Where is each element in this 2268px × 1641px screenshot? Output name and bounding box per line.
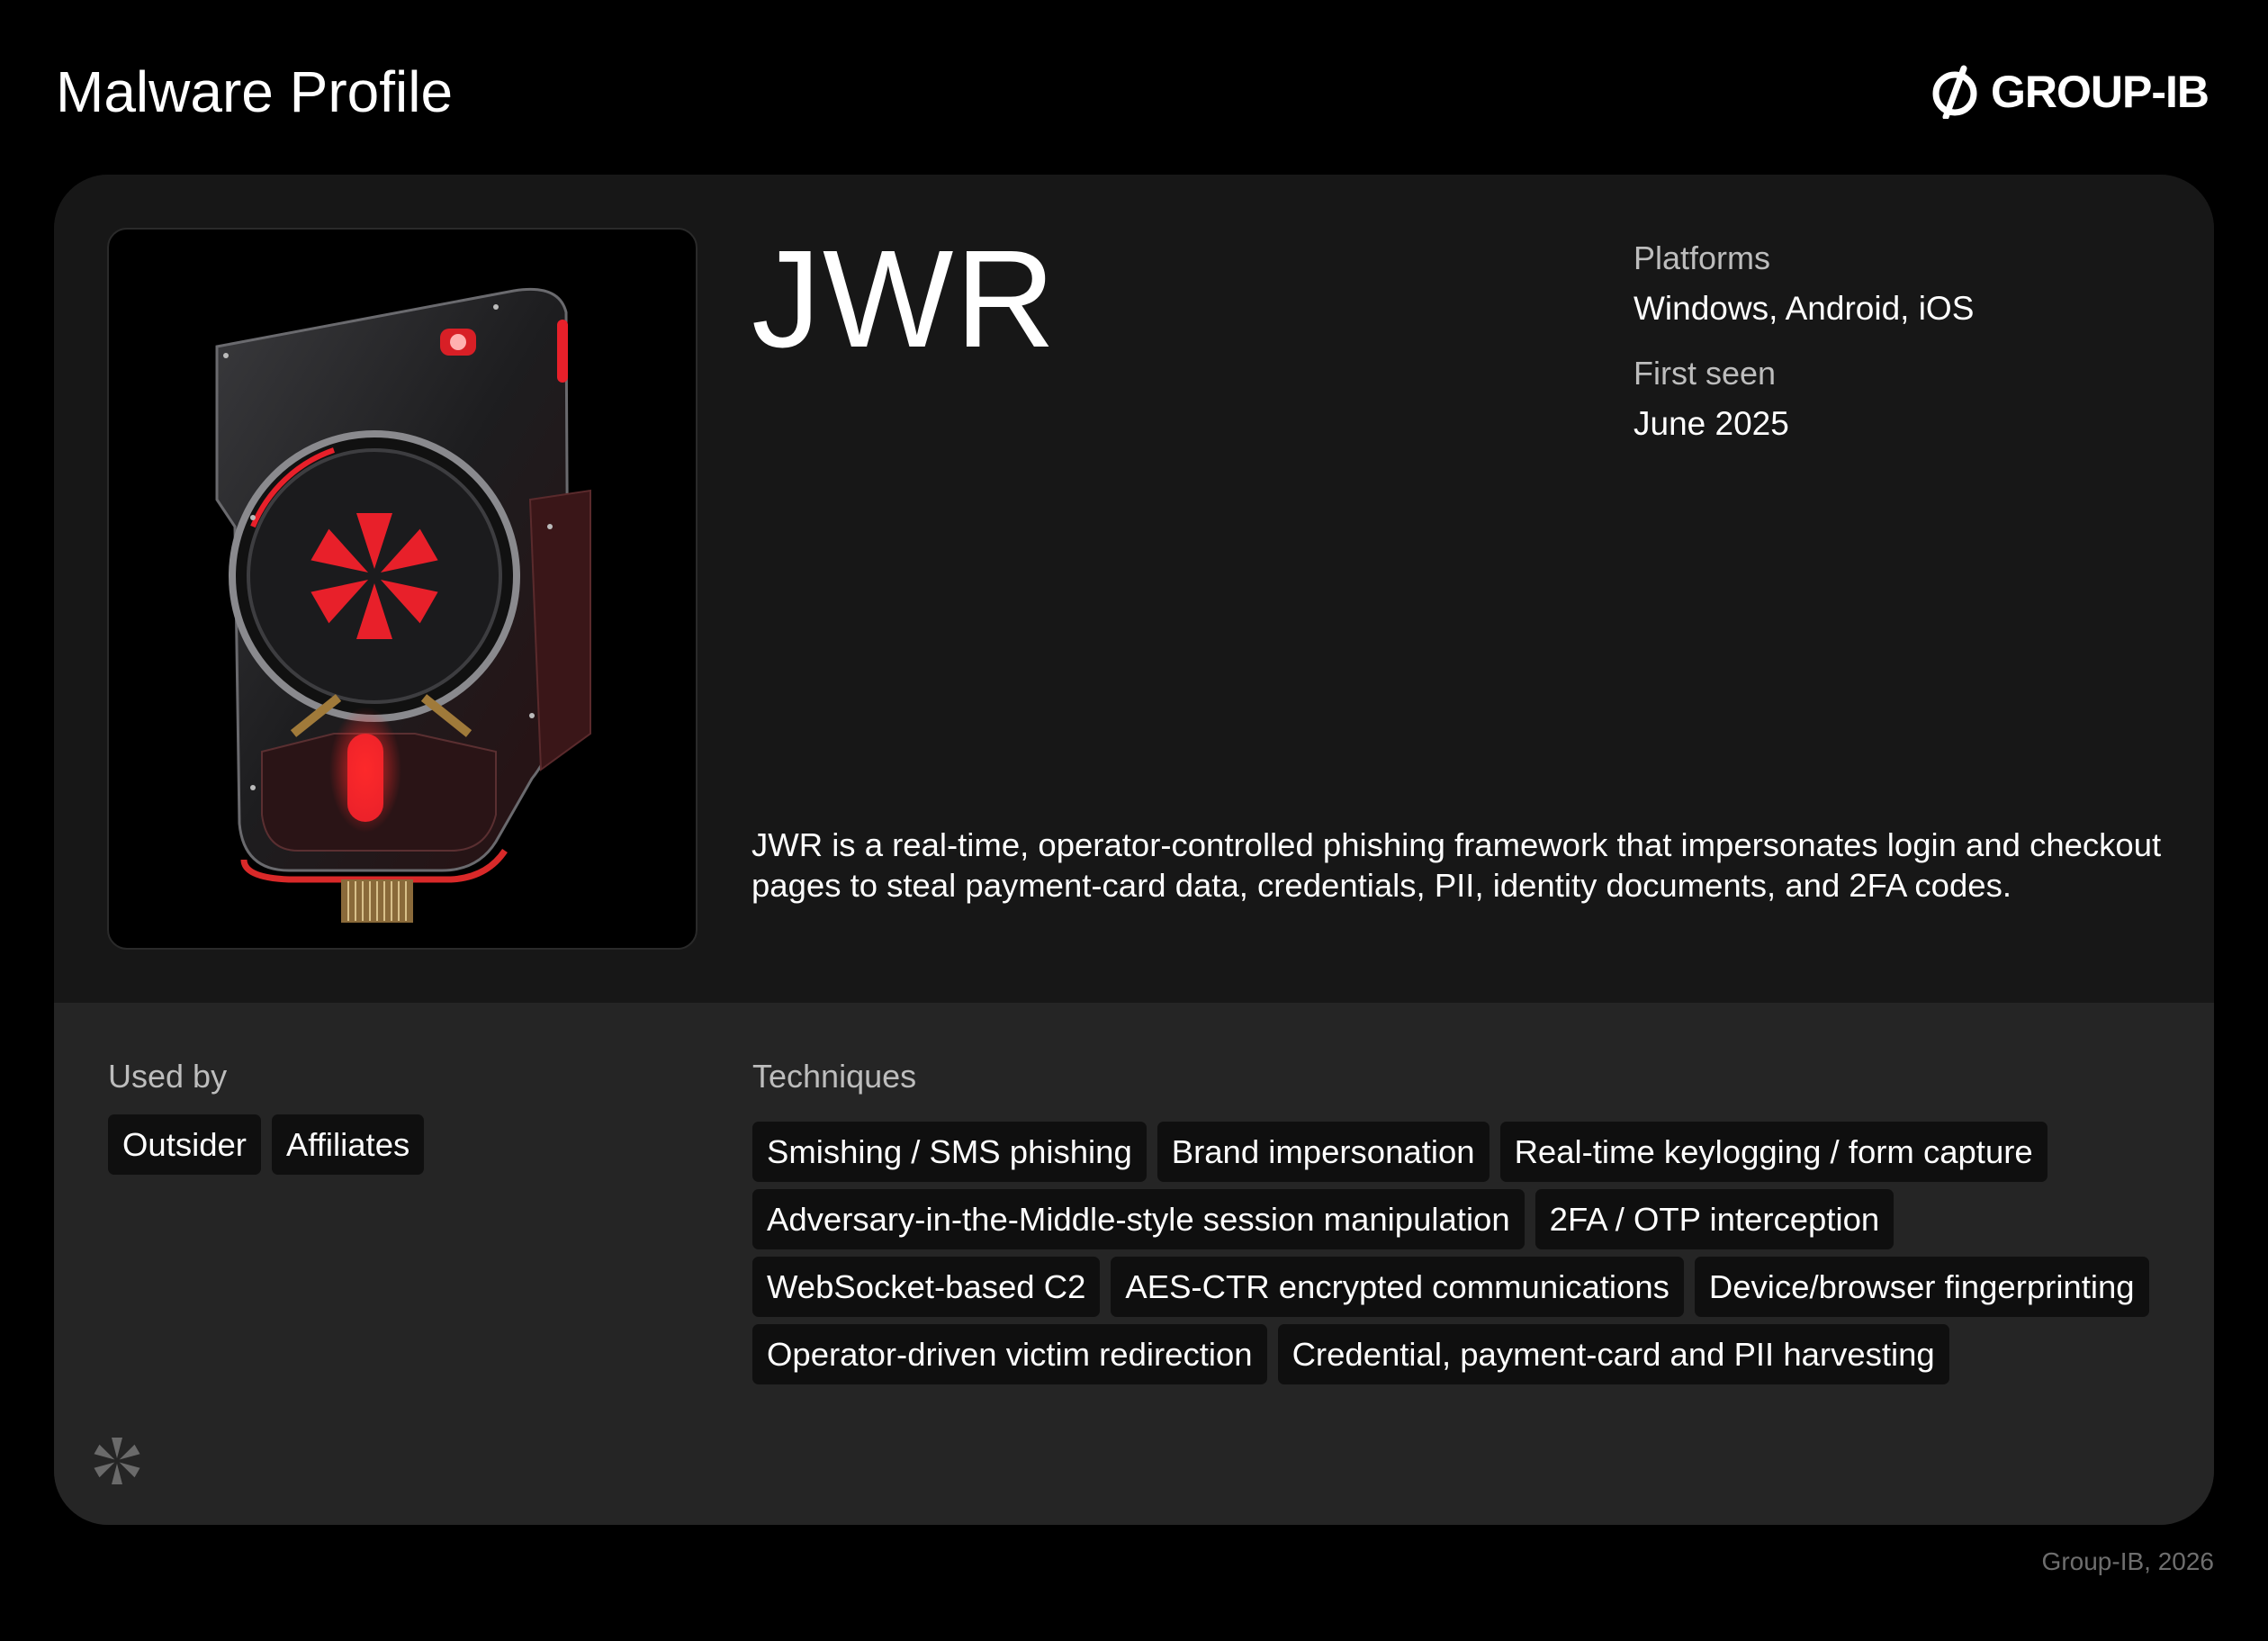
technique-tag: WebSocket-based C2 <box>752 1257 1101 1317</box>
first-seen-block: First seen June 2025 <box>1634 353 1974 445</box>
card-top-section: JWR Platforms Windows, Android, iOS Firs… <box>54 175 2214 1003</box>
platforms-label: Platforms <box>1634 239 1771 276</box>
star-logo-icon <box>94 1438 140 1484</box>
malware-device-illustration-icon <box>215 287 591 923</box>
metadata: Platforms Windows, Android, iOS First se… <box>1634 238 1974 445</box>
first-seen-value: June 2025 <box>1634 405 1789 442</box>
used-by-label: Used by <box>108 1058 228 1095</box>
malware-name: JWR <box>752 221 1058 376</box>
technique-tag: Credential, payment-card and PII harvest… <box>1277 1324 1949 1384</box>
malware-image <box>107 228 698 950</box>
used-by-tags: Outsider Affiliates <box>108 1114 425 1175</box>
brand-logo: GROUP-IB <box>1930 65 2210 119</box>
malware-description: JWR is a real-time, operator-controlled … <box>752 826 2162 904</box>
malware-profile-card: JWR Platforms Windows, Android, iOS Firs… <box>54 175 2214 1525</box>
platforms-value: Windows, Android, iOS <box>1634 290 1975 327</box>
technique-tag: Operator-driven victim redirection <box>752 1324 1267 1384</box>
used-by-tag: Outsider <box>108 1114 261 1175</box>
brand-name: GROUP-IB <box>1991 67 2210 117</box>
technique-tag: 2FA / OTP interception <box>1534 1189 1894 1249</box>
technique-tags: Smishing / SMS phishing Brand impersonat… <box>752 1122 2192 1384</box>
used-by-tag: Affiliates <box>271 1114 425 1175</box>
technique-tag: Adversary-in-the-Middle-style session ma… <box>752 1189 1525 1249</box>
platforms-block: Platforms Windows, Android, iOS <box>1634 238 1974 329</box>
techniques-label: Techniques <box>752 1058 917 1095</box>
technique-tag: Real-time keylogging / form capture <box>1499 1122 2048 1182</box>
technique-tag: Device/browser fingerprinting <box>1694 1257 2149 1317</box>
group-ib-logo-icon <box>1932 65 1977 119</box>
footer-credit: Group-IB, 2026 <box>2041 1547 2214 1575</box>
used-by-section: Used by Outsider Affiliates <box>108 1057 425 1175</box>
technique-tag: Smishing / SMS phishing <box>752 1122 1147 1182</box>
page-title: Malware Profile <box>56 59 454 124</box>
technique-tag: AES-CTR encrypted communications <box>1111 1257 1684 1317</box>
techniques-section: Techniques Smishing / SMS phishing Brand… <box>752 1057 2192 1384</box>
first-seen-label: First seen <box>1634 355 1777 392</box>
technique-tag: Brand impersonation <box>1156 1122 1490 1182</box>
